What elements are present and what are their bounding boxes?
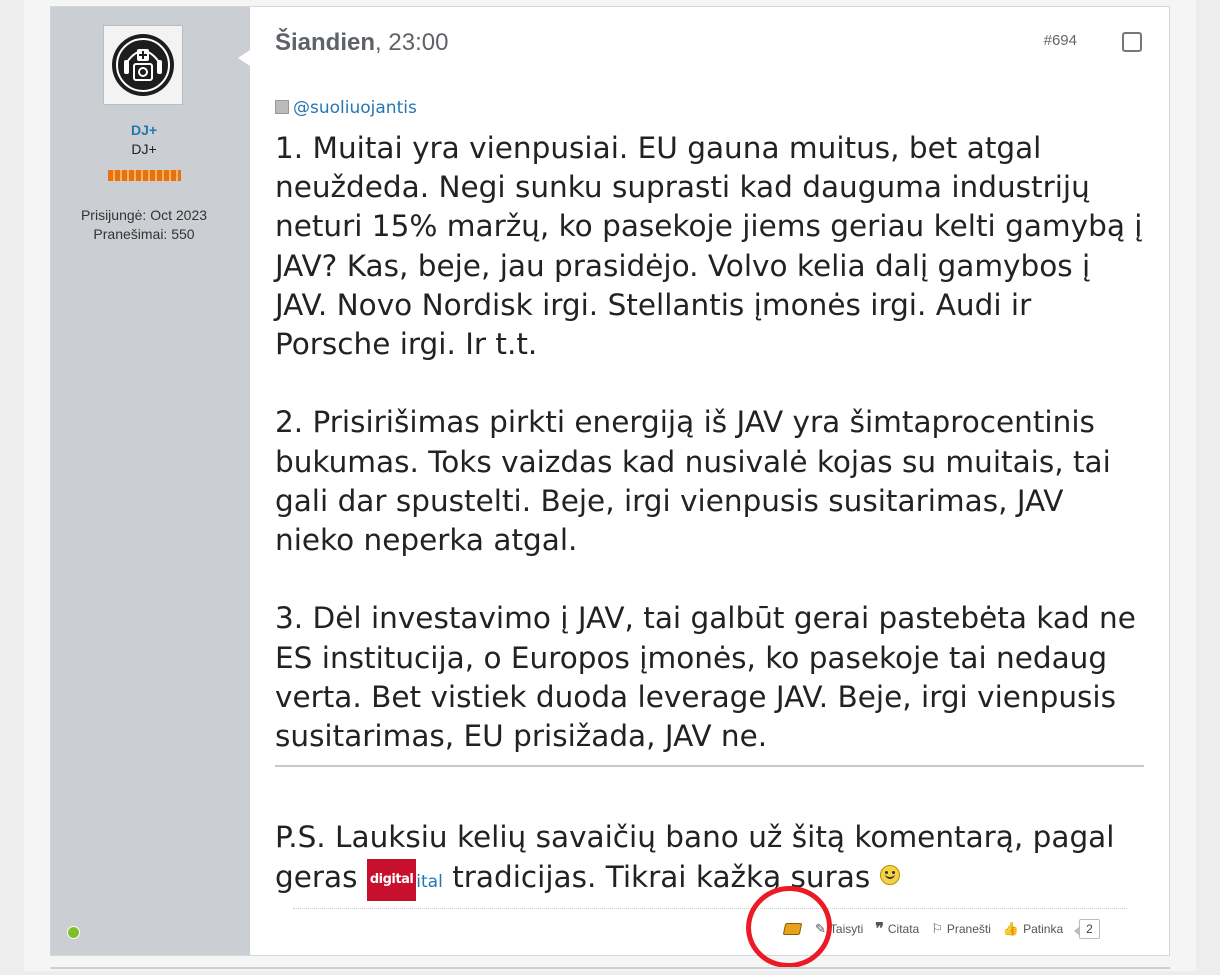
paragraph-2: 2. Prisirišimas pirkti energiją iš JAV y… <box>275 405 1111 558</box>
ps-text-end: tradicijas. Tikrai kažką suras <box>442 860 880 894</box>
edit-label: Taisyti <box>829 922 864 936</box>
post-date[interactable]: Šiandien, 23:00 <box>275 29 448 57</box>
postscript: P.S. Lauksiu kelių savaičių bano už šitą… <box>275 817 1145 902</box>
post-content: Šiandien, 23:00 #694 @suoliuojantis 1. M… <box>250 7 1169 955</box>
mention[interactable]: @suoliuojantis <box>275 98 417 118</box>
quote-label: Citata <box>887 922 920 936</box>
footer-divider <box>293 908 1127 909</box>
like-label: Patinka <box>1023 922 1064 936</box>
mention-link[interactable]: @suoliuojantis <box>293 98 417 118</box>
select-post-checkbox[interactable] <box>1122 32 1142 52</box>
smile-icon <box>879 865 900 885</box>
quote-icon: ❞ <box>875 921 884 938</box>
post-body: 1. Muitai yra vienpusiai. EU gauna muitu… <box>275 129 1145 756</box>
post-date-time: , 23:00 <box>375 29 449 56</box>
user-sidebar: DJ+ DJ+ Prisijungė: Oct 2023 Pranešimai:… <box>51 7 250 955</box>
paragraph-1: 1. Muitai yra vienpusiai. EU gauna muitu… <box>275 131 1143 362</box>
post-count: Pranešimai: 550 <box>93 226 195 242</box>
quote-button[interactable]: ❞ Citata <box>875 919 919 939</box>
mention-avatar-icon <box>275 100 289 114</box>
flag-icon: ⚐ <box>931 921 943 936</box>
speech-arrow <box>238 50 250 66</box>
username-link[interactable]: DJ+ <box>51 122 237 138</box>
post-number-link[interactable]: #694 <box>1044 32 1077 49</box>
like-button[interactable]: 👍 Patinka <box>1003 921 1063 937</box>
horizontal-rule <box>275 765 1144 767</box>
dj-headphones-icon <box>112 34 174 96</box>
report-label: Pranešti <box>946 922 991 936</box>
like-count[interactable]: 2 <box>1074 919 1100 939</box>
thumbs-up-icon: 👍 <box>1002 921 1020 936</box>
reputation-bar <box>108 170 181 181</box>
report-button[interactable]: ⚐ Pranešti <box>931 921 991 937</box>
forum-post: DJ+ DJ+ Prisijungė: Oct 2023 Pranešimai:… <box>50 6 1170 956</box>
post-bottom-border <box>50 967 1170 969</box>
post-date-day: Šiandien <box>275 29 376 56</box>
digital-link[interactable]: ital <box>416 872 443 892</box>
paragraph-3: 3. Dėl investavimo į JAV, tai galbūt ger… <box>275 601 1136 754</box>
user-title: DJ+ <box>131 141 157 157</box>
digital-logo-badge: digital <box>366 859 417 901</box>
join-date: Prisijungė: Oct 2023 <box>80 207 208 223</box>
online-status-dot <box>67 926 80 939</box>
avatar[interactable] <box>103 25 183 105</box>
